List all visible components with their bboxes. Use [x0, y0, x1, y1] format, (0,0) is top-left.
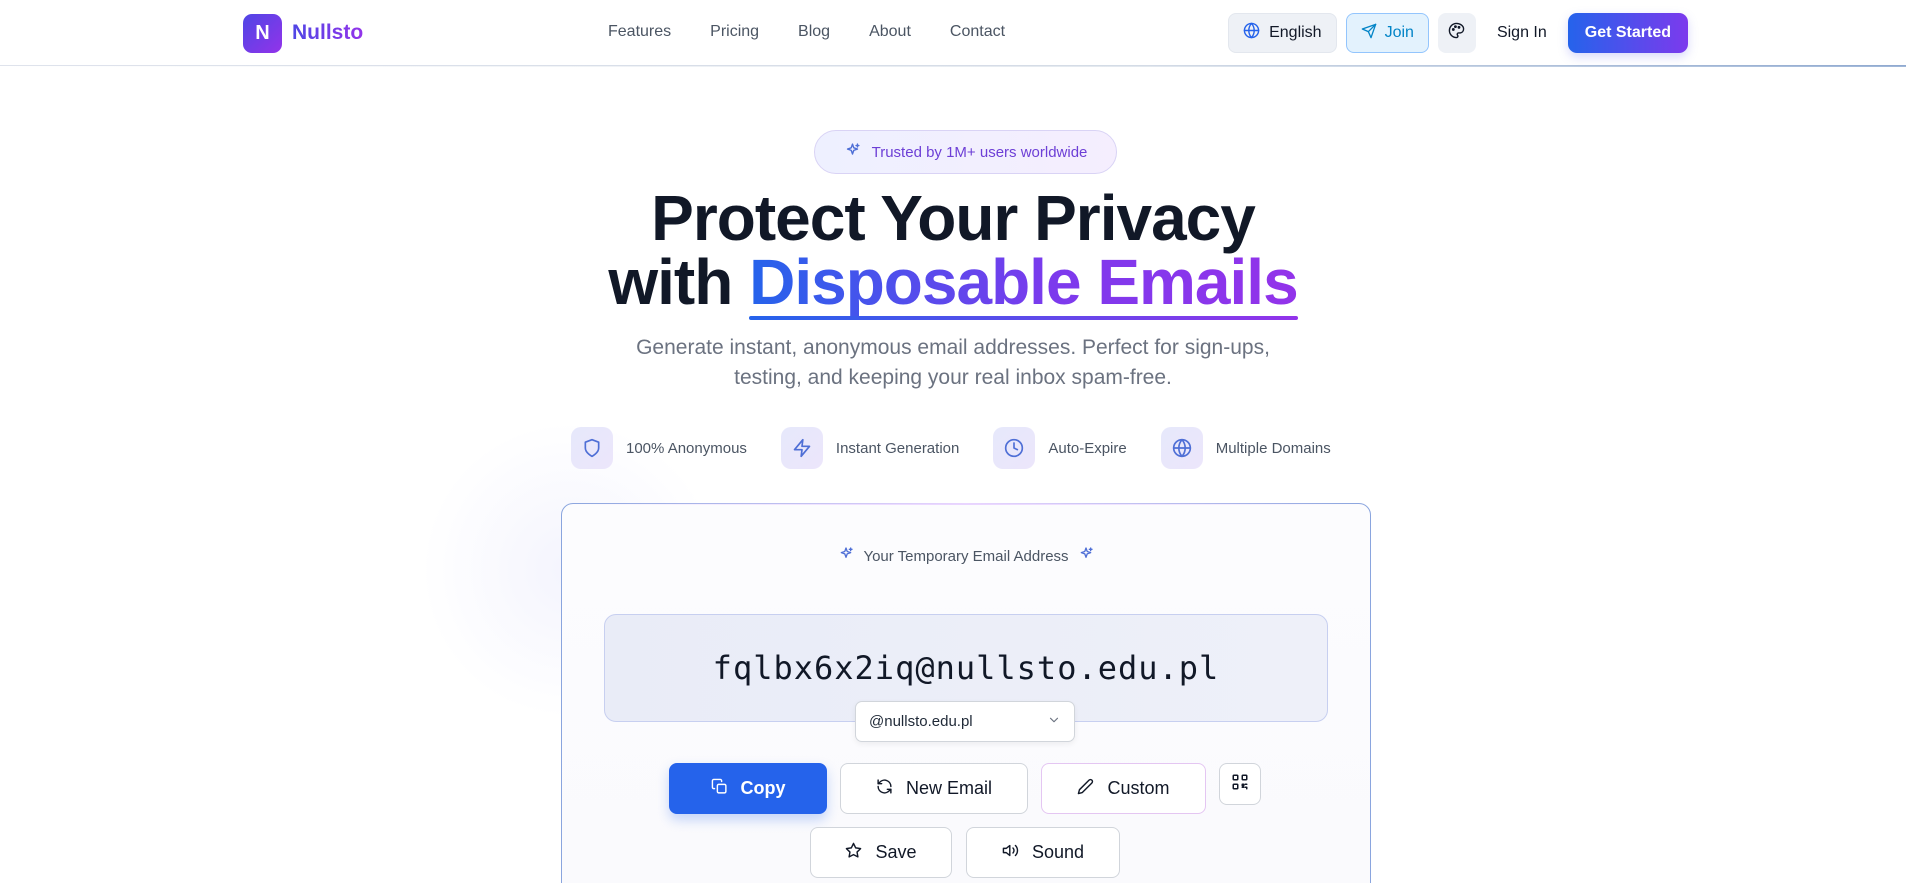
nav-link-contact[interactable]: Contact	[950, 20, 1005, 44]
feature-item-instant: Instant Generation	[780, 427, 960, 469]
language-selector-button[interactable]: English	[1228, 13, 1337, 53]
hero-title-underline	[749, 316, 1298, 320]
feature-item-multiple-domains: Multiple Domains	[1160, 427, 1331, 469]
feature-label: Multiple Domains	[1215, 439, 1331, 457]
main-nav: Features Pricing Blog About Contact	[608, 20, 1005, 44]
qr-code-button[interactable]	[1219, 763, 1261, 805]
feature-list: 100% Anonymous Instant Generation Auto-E…	[571, 427, 1331, 469]
hero-title: Protect Your Privacy with Disposable Ema…	[453, 186, 1453, 320]
header-divider	[0, 65, 1906, 67]
trust-badge-text: Trusted by 1M+ users worldwide	[871, 143, 1088, 161]
get-started-button[interactable]: Get Started	[1567, 13, 1688, 53]
email-card-label: Your Temporary Email Address	[562, 546, 1370, 566]
card-accent-line	[562, 503, 1370, 505]
top-navigation-bar: N Nullsto Features Pricing Blog About Co…	[0, 0, 1906, 67]
hero-subtitle-line1: Generate instant, anonymous email addres…	[636, 336, 1270, 359]
copy-label: Copy	[740, 778, 786, 798]
star-icon	[845, 842, 862, 864]
lightning-icon	[780, 427, 823, 469]
shield-icon	[571, 427, 613, 469]
copy-email-button[interactable]: Copy	[669, 763, 827, 814]
hero-title-highlight: Disposable Emails	[749, 250, 1298, 320]
sparkle-icon	[1078, 546, 1094, 566]
chevron-down-icon	[1047, 713, 1061, 731]
join-telegram-button[interactable]: Join	[1345, 13, 1429, 53]
trust-badge: Trusted by 1M+ users worldwide	[814, 130, 1117, 174]
copy-icon	[711, 778, 728, 800]
clock-icon	[993, 427, 1036, 469]
custom-email-button[interactable]: Custom	[1041, 763, 1206, 814]
refresh-icon	[876, 778, 893, 800]
save-label: Save	[875, 842, 917, 862]
hero-subtitle: Generate instant, anonymous email addres…	[603, 333, 1303, 393]
hero-title-line1: Protect Your Privacy	[651, 182, 1256, 254]
hero-title-line2-prefix: with	[608, 246, 750, 318]
new-email-button[interactable]: New Email	[840, 763, 1028, 814]
nav-link-about[interactable]: About	[869, 20, 911, 44]
sound-toggle-button[interactable]: Sound	[966, 827, 1120, 878]
feature-label: Instant Generation	[835, 439, 960, 457]
feature-label: 100% Anonymous	[626, 439, 747, 457]
nav-link-blog[interactable]: Blog	[798, 20, 830, 44]
domain-select-value: @nullsto.edu.pl	[869, 713, 973, 730]
nav-link-pricing[interactable]: Pricing	[710, 20, 759, 44]
nav-link-features[interactable]: Features	[608, 20, 671, 44]
feature-item-anonymous: 100% Anonymous	[571, 427, 747, 469]
new-email-label: New Email	[905, 778, 993, 798]
qr-code-icon	[1231, 773, 1249, 796]
custom-label: Custom	[1107, 778, 1170, 798]
brand-logo-mark: N	[243, 13, 282, 53]
speaker-icon	[1002, 842, 1019, 864]
temporary-email-card: Your Temporary Email Address fqlbx6x2iq@…	[561, 503, 1371, 883]
sign-in-link[interactable]: Sign In	[1485, 13, 1559, 53]
sound-label: Sound	[1031, 842, 1085, 862]
save-email-button[interactable]: Save	[810, 827, 952, 878]
pencil-icon	[1077, 778, 1094, 800]
send-icon	[1361, 23, 1377, 44]
feature-label: Auto-Expire	[1048, 439, 1127, 457]
globe-icon	[1243, 22, 1260, 44]
email-address-text[interactable]: fqlbx6x2iq@nullsto.edu.pl	[605, 649, 1327, 687]
brand-name: Nullsto	[292, 21, 364, 44]
globe-icon	[1160, 427, 1203, 469]
theme-palette-button[interactable]	[1437, 13, 1476, 53]
sparkle-icon	[838, 546, 854, 566]
sparkles-icon	[844, 142, 861, 163]
language-label: English	[1269, 24, 1322, 41]
palette-icon	[1448, 22, 1465, 44]
header-actions: English Join Sign In Get Started	[1228, 13, 1688, 53]
feature-item-auto-expire: Auto-Expire	[993, 427, 1127, 469]
domain-select[interactable]: @nullsto.edu.pl	[855, 701, 1075, 742]
hero-subtitle-line2: testing, and keeping your real inbox spa…	[734, 366, 1172, 389]
email-card-label-text: Your Temporary Email Address	[863, 547, 1069, 565]
join-label: Join	[1384, 24, 1414, 41]
hero-title-highlight-text: Disposable Emails	[749, 246, 1298, 318]
brand-logo-link[interactable]: N Nullsto	[243, 13, 363, 53]
